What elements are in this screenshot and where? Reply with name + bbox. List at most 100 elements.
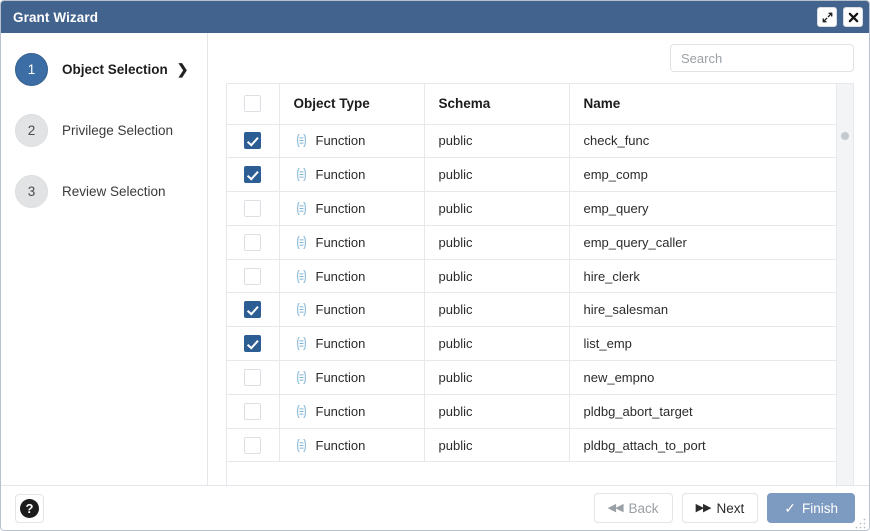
table-row[interactable]: Functionpublicpldbg_abort_target (227, 394, 836, 428)
row-checkbox[interactable] (244, 403, 261, 420)
object-type-wrapper: Function (294, 404, 424, 419)
object-type-label: Function (316, 235, 366, 250)
row-checkbox[interactable] (244, 166, 261, 183)
footer-buttons: ◀◀ Back ▶▶ Next ✓ Finish (594, 493, 855, 523)
finish-button[interactable]: ✓ Finish (767, 493, 855, 523)
cell-object-type: Function (279, 124, 424, 158)
sidebar-step-object-selection[interactable]: 1 Object Selection ❯ (1, 47, 207, 91)
cell-object-type: Function (279, 225, 424, 259)
resize-grip-icon[interactable] (855, 516, 866, 527)
row-checkbox-cell (227, 259, 279, 293)
row-checkbox[interactable] (244, 335, 261, 352)
row-checkbox[interactable] (244, 369, 261, 386)
cell-name: emp_comp (569, 158, 836, 192)
row-checkbox-cell (227, 428, 279, 462)
object-type-label: Function (316, 302, 366, 317)
close-button[interactable] (843, 7, 863, 27)
table-row[interactable]: Functionpublichire_clerk (227, 259, 836, 293)
object-type-label: Function (316, 201, 366, 216)
help-icon: ? (20, 499, 39, 518)
cell-name: emp_query (569, 192, 836, 226)
table-row[interactable]: Functionpubliccheck_func (227, 124, 836, 158)
cell-schema: public (424, 192, 569, 226)
function-icon (294, 167, 316, 182)
cell-object-type: Function (279, 428, 424, 462)
cell-schema: public (424, 327, 569, 361)
cell-object-type: Function (279, 361, 424, 395)
table-row[interactable]: Function publicemp_query_caller (227, 225, 836, 259)
cell-schema: public (424, 361, 569, 395)
column-header-name[interactable]: Name (569, 84, 836, 124)
table-row[interactable]: Functionpublicnew_empno (227, 361, 836, 395)
window-controls (817, 7, 863, 27)
select-all-checkbox[interactable] (244, 95, 261, 112)
cell-name: pldbg_attach_to_port (569, 428, 836, 462)
column-header-schema[interactable]: Schema (424, 84, 569, 124)
objects-table-scroll: Object Type Schema Name Functionpublicch… (227, 84, 836, 485)
next-button-label: Next (716, 501, 744, 516)
back-arrows-icon: ◀◀ (608, 503, 623, 514)
object-type-label: Function (316, 404, 366, 419)
chevron-right-icon: ❯ (177, 62, 189, 76)
maximize-button[interactable] (817, 7, 837, 27)
window-title: Grant Wizard (13, 10, 817, 25)
cell-object-type: Function (279, 259, 424, 293)
cell-object-type: Function (279, 192, 424, 226)
function-icon (294, 235, 316, 250)
object-type-label: Function (316, 336, 366, 351)
function-icon (294, 201, 316, 216)
cell-object-type: Function (279, 293, 424, 327)
object-type-wrapper: Function (294, 438, 424, 453)
search-row (226, 33, 854, 83)
expand-icon (822, 12, 833, 23)
cell-schema: public (424, 293, 569, 327)
table-row[interactable]: Function publicemp_query (227, 192, 836, 226)
table-vertical-scrollbar[interactable] (836, 84, 853, 485)
function-icon (294, 302, 316, 317)
row-checkbox-cell (227, 361, 279, 395)
dialog-footer: ? ◀◀ Back ▶▶ Next ✓ Finish (1, 485, 869, 530)
row-checkbox[interactable] (244, 234, 261, 251)
search-input[interactable] (670, 44, 854, 72)
title-bar: Grant Wizard (1, 1, 869, 33)
row-checkbox[interactable] (244, 437, 261, 454)
object-type-wrapper: Function (294, 201, 424, 216)
step-number-1: 1 (15, 53, 48, 86)
row-checkbox-cell (227, 225, 279, 259)
close-icon (848, 12, 859, 23)
help-button[interactable]: ? (15, 494, 44, 523)
cell-name: emp_query_caller (569, 225, 836, 259)
cell-schema: public (424, 394, 569, 428)
object-type-label: Function (316, 133, 366, 148)
check-icon: ✓ (784, 501, 796, 515)
cell-object-type: Function (279, 158, 424, 192)
back-button[interactable]: ◀◀ Back (594, 493, 673, 523)
table-body: Functionpubliccheck_funcFunctionpublicem… (227, 124, 836, 462)
sidebar-step-privilege-selection[interactable]: 2 Privilege Selection (1, 108, 207, 152)
cell-schema: public (424, 259, 569, 293)
function-icon (294, 269, 316, 284)
table-row[interactable]: Functionpublicpldbg_attach_to_port (227, 428, 836, 462)
cell-schema: public (424, 428, 569, 462)
row-checkbox[interactable] (244, 301, 261, 318)
object-type-wrapper: Function (294, 133, 424, 148)
cell-schema: public (424, 225, 569, 259)
step-number-2: 2 (15, 114, 48, 147)
table-row[interactable]: Functionpublicemp_comp (227, 158, 836, 192)
finish-button-label: Finish (802, 501, 838, 516)
table-row[interactable]: Functionpublichire_salesman (227, 293, 836, 327)
row-checkbox[interactable] (244, 200, 261, 217)
row-checkbox[interactable] (244, 268, 261, 285)
row-checkbox[interactable] (244, 132, 261, 149)
cell-object-type: Function (279, 394, 424, 428)
next-button[interactable]: ▶▶ Next (682, 493, 759, 523)
column-header-object-type[interactable]: Object Type (279, 84, 424, 124)
table-scrollbar-thumb[interactable] (841, 132, 849, 140)
table-row[interactable]: Functionpubliclist_emp (227, 327, 836, 361)
object-type-wrapper: Function (294, 167, 424, 182)
grant-wizard-dialog: Grant Wizard (0, 0, 870, 531)
sidebar-step-review-selection[interactable]: 3 Review Selection (1, 169, 207, 213)
object-type-wrapper: Function (294, 370, 424, 385)
back-button-label: Back (629, 501, 659, 516)
function-icon (294, 336, 316, 351)
